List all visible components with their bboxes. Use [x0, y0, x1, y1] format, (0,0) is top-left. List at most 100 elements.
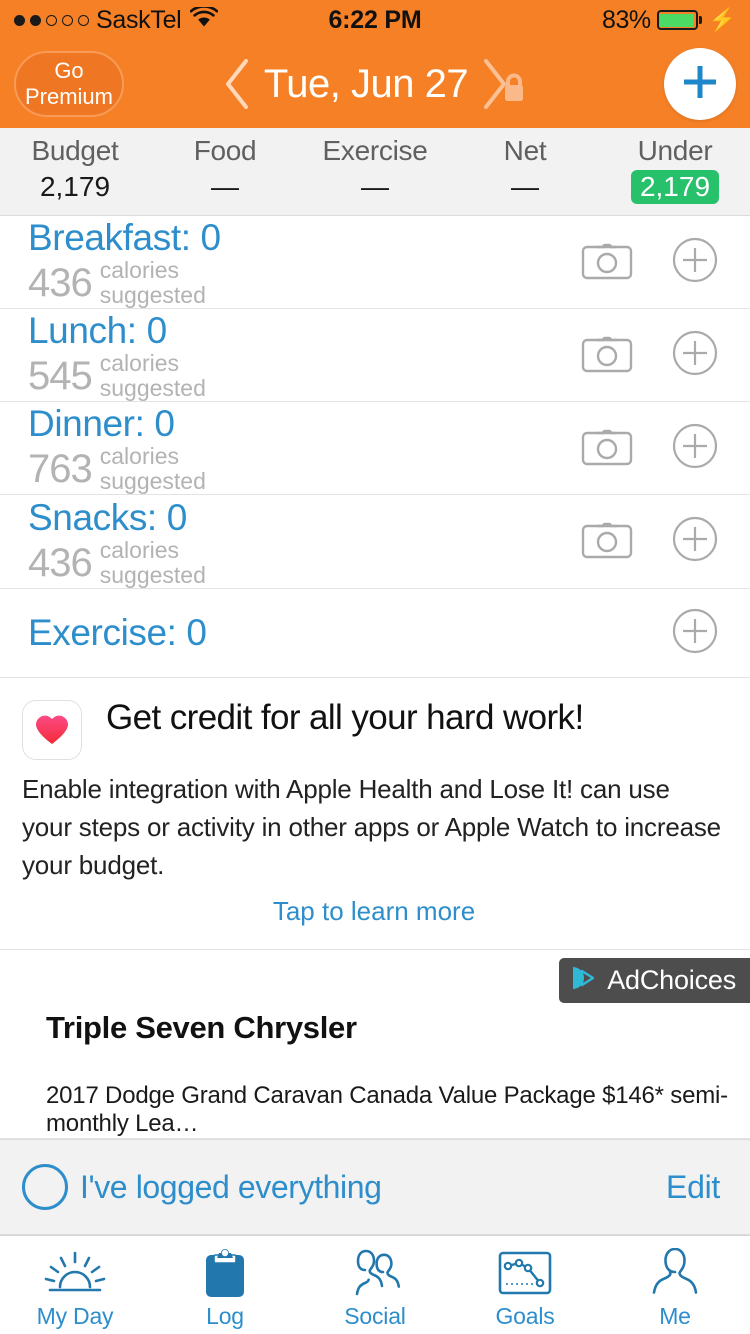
meal-row-lunch[interactable]: Lunch: 0 545 calories suggested	[0, 309, 750, 403]
meal-actions	[580, 423, 718, 474]
tab-label: Log	[206, 1302, 244, 1329]
meal-suggested-label: calories suggested	[99, 350, 206, 402]
meal-subtitle: 436 calories suggested	[28, 258, 580, 308]
meal-row-snacks[interactable]: Snacks: 0 436 calories suggested	[0, 495, 750, 589]
apple-health-heart-icon	[22, 700, 82, 761]
meal-subtitle: 545 calories suggested	[28, 351, 580, 401]
status-badge: 2,179	[630, 170, 720, 204]
promo-body-text: Enable integration with Apple Health and…	[22, 774, 721, 881]
meal-subtitle: 763 calories suggested	[28, 444, 580, 494]
summary-column-budget: Budget 2,179	[0, 134, 150, 204]
lightning-bolt-icon: ⚡	[708, 7, 736, 32]
sunrise-icon	[43, 1247, 107, 1299]
camera-icon[interactable]	[580, 331, 634, 380]
meal-suggested-label: calories suggested	[99, 443, 206, 495]
exercise-title[interactable]: Exercise: 0	[28, 611, 207, 655]
chevron-left-icon[interactable]	[220, 57, 254, 111]
meal-suggested-calories: 436	[28, 261, 93, 306]
tab-log[interactable]: Log	[150, 1236, 300, 1334]
signal-dot-1	[14, 14, 25, 26]
status-bar-right: 83% ⚡	[602, 6, 736, 35]
status-bar: SaskTel 6:22 PM 83% ⚡	[0, 0, 750, 40]
meal-title[interactable]: Lunch: 0	[28, 309, 580, 353]
plus-circle-icon[interactable]	[672, 330, 718, 381]
camera-icon[interactable]	[580, 517, 634, 566]
exercise-row[interactable]: Exercise: 0	[0, 589, 750, 679]
apple-health-promo-card[interactable]: Get credit for all your hard work! Enabl…	[0, 678, 750, 951]
tab-label: Goals	[495, 1302, 555, 1329]
plus-circle-icon[interactable]	[672, 237, 718, 288]
summary-label: Under	[637, 135, 713, 166]
two-people-icon	[345, 1247, 405, 1299]
wifi-icon	[190, 5, 219, 33]
logged-everything-bar: I've logged everything Edit	[0, 1139, 750, 1235]
meal-title[interactable]: Snacks: 0	[28, 496, 580, 540]
meal-suggested-calories: 436	[28, 540, 93, 585]
battery-percent: 83%	[602, 5, 651, 34]
meal-title[interactable]: Dinner: 0	[28, 402, 580, 446]
bottom-tab-bar: My Day Log Social Goals Me	[0, 1235, 750, 1334]
promo-text-block: Get credit for all your hard work!	[106, 696, 726, 740]
meal-suggested-calories: 545	[28, 354, 93, 399]
plus-icon	[677, 59, 723, 110]
go-premium-label-line1: Go	[54, 58, 84, 83]
app-screen: SaskTel 6:22 PM 83% ⚡ Go Premium Tue, Ju…	[0, 0, 750, 1334]
tab-goals[interactable]: Goals	[450, 1236, 600, 1334]
plus-circle-icon[interactable]	[672, 423, 718, 474]
tab-social[interactable]: Social	[300, 1236, 450, 1334]
go-premium-label-line2: Premium	[24, 84, 113, 109]
promo-header: Get credit for all your hard work!	[22, 696, 726, 761]
signal-dot-3	[46, 14, 57, 26]
promo-learn-more-link[interactable]: Tap to learn more	[22, 896, 726, 927]
plus-circle-icon[interactable]	[672, 516, 718, 567]
tab-label: Me	[659, 1302, 691, 1329]
meal-info: Dinner: 0 763 calories suggested	[28, 402, 580, 494]
logged-everything-control[interactable]: I've logged everything	[22, 1164, 382, 1210]
adchoices-badge[interactable]: AdChoices	[559, 958, 750, 1004]
logged-everything-label[interactable]: I've logged everything	[80, 1169, 382, 1206]
camera-icon[interactable]	[580, 424, 634, 473]
meal-info: Lunch: 0 545 calories suggested	[28, 309, 580, 401]
meal-row-dinner[interactable]: Dinner: 0 763 calories suggested	[0, 402, 750, 496]
meal-suggested-label: calories suggested	[99, 257, 206, 309]
summary-label: Net	[503, 135, 547, 166]
meal-actions	[580, 237, 718, 288]
battery-icon	[656, 10, 702, 30]
summary-column-under: Under 2,179	[600, 134, 750, 204]
summary-label: Budget	[31, 135, 119, 166]
signal-strength-dots	[14, 14, 89, 26]
summary-value: —	[361, 171, 389, 202]
chart-box-icon	[497, 1247, 553, 1299]
tab-my-day[interactable]: My Day	[0, 1236, 150, 1334]
summary-column-exercise: Exercise —	[300, 134, 450, 204]
tab-label: My Day	[36, 1302, 114, 1329]
camera-icon[interactable]	[580, 238, 634, 287]
current-date[interactable]: Tue, Jun 27	[260, 62, 472, 107]
meal-title[interactable]: Breakfast: 0	[28, 216, 580, 260]
ad-description[interactable]: 2017 Dodge Grand Caravan Canada Value Pa…	[0, 1046, 750, 1138]
meal-info: Snacks: 0 436 calories suggested	[28, 496, 580, 588]
add-food-button[interactable]	[664, 48, 736, 120]
next-day-control[interactable]	[478, 57, 530, 111]
meal-row-breakfast[interactable]: Breakfast: 0 436 calories suggested	[0, 216, 750, 310]
summary-value: —	[511, 171, 539, 202]
meal-subtitle: 436 calories suggested	[28, 537, 580, 588]
signal-dot-5	[78, 14, 89, 26]
adchoices-label: AdChoices	[607, 965, 736, 996]
summary-column-net: Net —	[450, 134, 600, 204]
tab-label: Social	[344, 1302, 406, 1329]
signal-dot-2	[30, 14, 41, 26]
summary-label: Exercise	[322, 135, 428, 166]
signal-dot-4	[62, 14, 73, 26]
empty-circle-checkbox[interactable]	[22, 1164, 68, 1210]
carrier-name: SaskTel	[96, 5, 182, 34]
meal-actions	[580, 330, 718, 381]
summary-value: —	[211, 171, 239, 202]
summary-value: 2,179	[39, 171, 111, 202]
plus-circle-icon[interactable]	[672, 608, 718, 659]
go-premium-button[interactable]: Go Premium	[14, 51, 124, 117]
tab-me[interactable]: Me	[600, 1236, 750, 1334]
advertisement[interactable]: AdChoices Triple Seven Chrysler 2017 Dod…	[0, 950, 750, 1139]
meal-info: Breakfast: 0 436 calories suggested	[28, 216, 580, 308]
edit-button[interactable]: Edit	[666, 1169, 720, 1206]
